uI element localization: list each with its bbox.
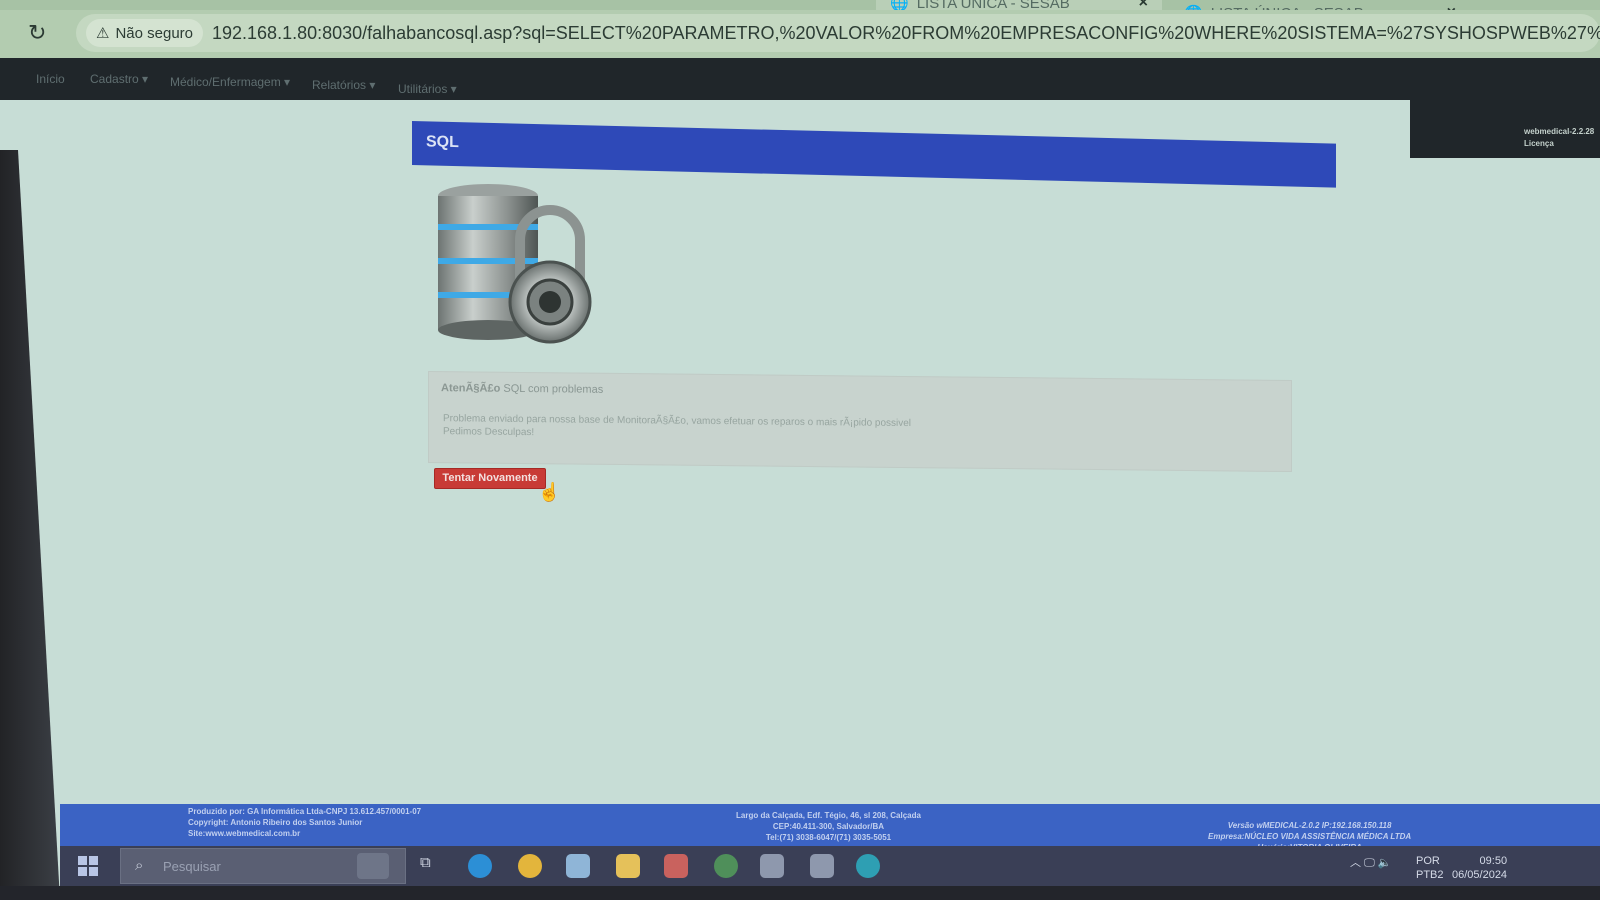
taskbar-search-box[interactable]: ⌕ Pesquisar	[120, 848, 406, 884]
language-indicator[interactable]: POR PTB2	[1416, 854, 1444, 882]
clock-time: 09:50	[1479, 855, 1508, 867]
chrome-active-icon[interactable]	[714, 854, 738, 878]
nav-item-relatorios[interactable]: Relatórios ▾	[312, 78, 375, 92]
footer-line: Copyright: Antonio Ribeiro dos Santos Ju…	[188, 818, 363, 827]
address-bar[interactable]: ⚠ Não seguro 192.168.1.80:8030/falhabanc…	[76, 14, 1600, 52]
clock[interactable]: 09:50 06/05/2024	[1452, 854, 1507, 882]
monitor-bezel	[0, 886, 1600, 900]
lang-line: POR	[1416, 855, 1440, 867]
footer-line: Produzido por: GA Informática Ltda-CNPJ …	[188, 807, 422, 816]
app-navbar: Início Cadastro ▾ Médico/Enfermagem ▾ Re…	[0, 58, 1600, 100]
file-explorer-icon[interactable]	[616, 854, 640, 878]
footer-line: Empresa:NÚCLEO VIDA ASSISTÊNCIA MÉDICA L…	[1208, 832, 1412, 841]
nav-item-utilitarios[interactable]: Utilitários ▾	[398, 82, 457, 96]
panel-title: SQL	[426, 133, 459, 152]
media-app-icon[interactable]	[664, 854, 688, 878]
hand-cursor-icon: ☝	[538, 482, 561, 502]
warning-icon: ⚠	[96, 25, 110, 42]
security-label: Não seguro	[115, 24, 194, 42]
footer-line: Largo da Calçada, Edf. Tégio, 46, sl 208…	[736, 811, 921, 820]
version-line: webmedical-2.2.28	[1524, 127, 1595, 136]
nav-item-home[interactable]: Início	[36, 72, 65, 86]
search-icon: ⌕	[135, 857, 144, 874]
footer-line: Tel:(71) 3038-6047/(71) 3035-5051	[765, 833, 892, 842]
task-view-icon[interactable]: ⧉	[420, 854, 444, 878]
snipping-tool-icon[interactable]	[760, 854, 784, 878]
browser-toolbar: ↻ ⚠ Não seguro 192.168.1.80:8030/falhaba…	[0, 10, 1600, 58]
footer-line: Versão wMEDICAL-2.0.2 IP:192.168.150.118	[1227, 821, 1392, 830]
reload-icon[interactable]: ↻	[28, 20, 46, 46]
browser-app-icon[interactable]	[856, 854, 880, 878]
screen: 🌐 LISTA ÚNICA - SESAB × 🌐 LISTA ÚNICA - …	[0, 0, 1600, 900]
version-line: Licença	[1524, 139, 1554, 148]
alert-box: AtenÃ§Ã£o SQL com problemas Problema env…	[428, 371, 1292, 473]
retry-button[interactable]: Tentar Novamente	[434, 468, 546, 489]
alert-title-text: SQL com problemas	[500, 382, 604, 396]
chrome-icon[interactable]	[518, 854, 542, 878]
version-info: webmedical-2.2.28 Licença	[1524, 126, 1594, 150]
alert-message: Problema enviado para nossa base de Moni…	[443, 412, 1263, 447]
url-text[interactable]: 192.168.1.80:8030/falhabancosql.asp?sql=…	[212, 23, 1600, 44]
alert-title-strong: AtenÃ§Ã£o	[441, 382, 501, 395]
footer-producer: Produzido por: GA Informática Ltda-CNPJ …	[188, 806, 421, 839]
footer-address: Largo da Calçada, Edf. Tégio, 46, sl 208…	[736, 810, 921, 843]
search-highlight-icon	[357, 853, 389, 879]
nav-item-medico[interactable]: Médico/Enfermagem ▾	[170, 75, 290, 89]
security-indicator[interactable]: ⚠ Não seguro	[86, 19, 204, 47]
clock-date: 06/05/2024	[1452, 869, 1508, 881]
footer-line: CEP:40.411-300, Salvador/BA	[772, 822, 885, 831]
footer-line: Site:www.webmedical.com.br	[188, 829, 301, 838]
windows-taskbar: ⌕ Pesquisar ⧉ ︿ 🖵 🔈 POR PTB2 09:50 06/05…	[60, 846, 1600, 886]
store-icon[interactable]	[566, 854, 590, 878]
alert-title: AtenÃ§Ã£o SQL com problemas	[441, 382, 603, 396]
edge-icon[interactable]	[468, 854, 492, 878]
system-tray[interactable]: ︿ 🖵 🔈	[1350, 854, 1391, 870]
windows-start-icon[interactable]	[78, 856, 98, 876]
database-lock-icon	[438, 184, 592, 344]
snipping-tool-icon[interactable]	[810, 854, 834, 878]
lang-line: PTB2	[1416, 869, 1444, 881]
nav-item-cadastro[interactable]: Cadastro ▾	[90, 72, 148, 86]
network-icon[interactable]: 🖵	[1364, 857, 1375, 869]
chevron-up-icon[interactable]: ︿	[1350, 857, 1361, 869]
volume-icon[interactable]: 🔈	[1378, 857, 1392, 869]
search-placeholder: Pesquisar	[163, 859, 221, 874]
